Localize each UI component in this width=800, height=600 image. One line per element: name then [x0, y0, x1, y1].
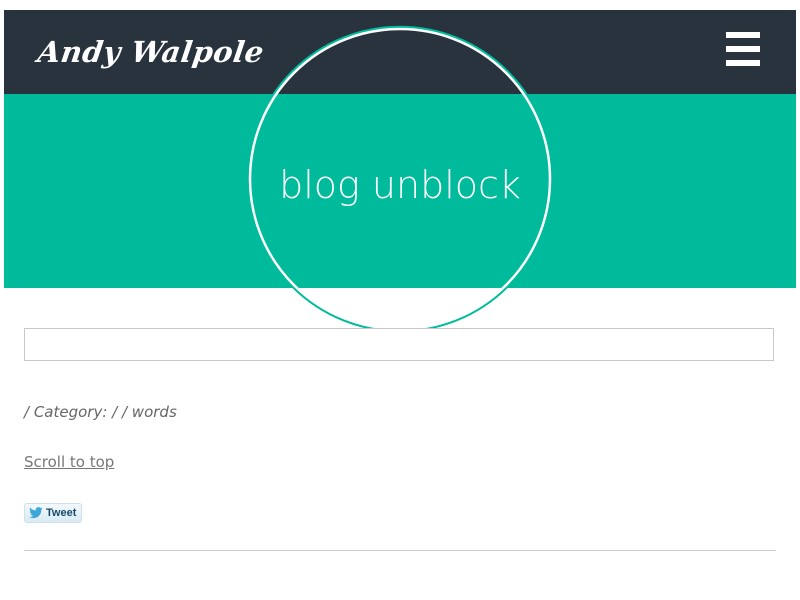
scroll-to-top-link[interactable]: Scroll to top [24, 453, 114, 471]
page-title: blog unblock [279, 163, 521, 207]
divider [24, 550, 776, 551]
post-meta: / Category: / / words [24, 403, 177, 421]
menu-bar [726, 46, 760, 52]
tweet-button[interactable]: Tweet [24, 503, 82, 523]
hamburger-menu-icon[interactable] [726, 32, 760, 68]
tweet-label: Tweet [46, 506, 77, 519]
twitter-bird-icon [29, 507, 43, 519]
search-input[interactable] [24, 328, 774, 361]
menu-bar [726, 60, 760, 66]
menu-bar [726, 32, 760, 38]
site-logo[interactable]: Andy Walpole [36, 35, 267, 69]
page: Andy Walpole blog unblock / Category: / … [0, 0, 800, 600]
